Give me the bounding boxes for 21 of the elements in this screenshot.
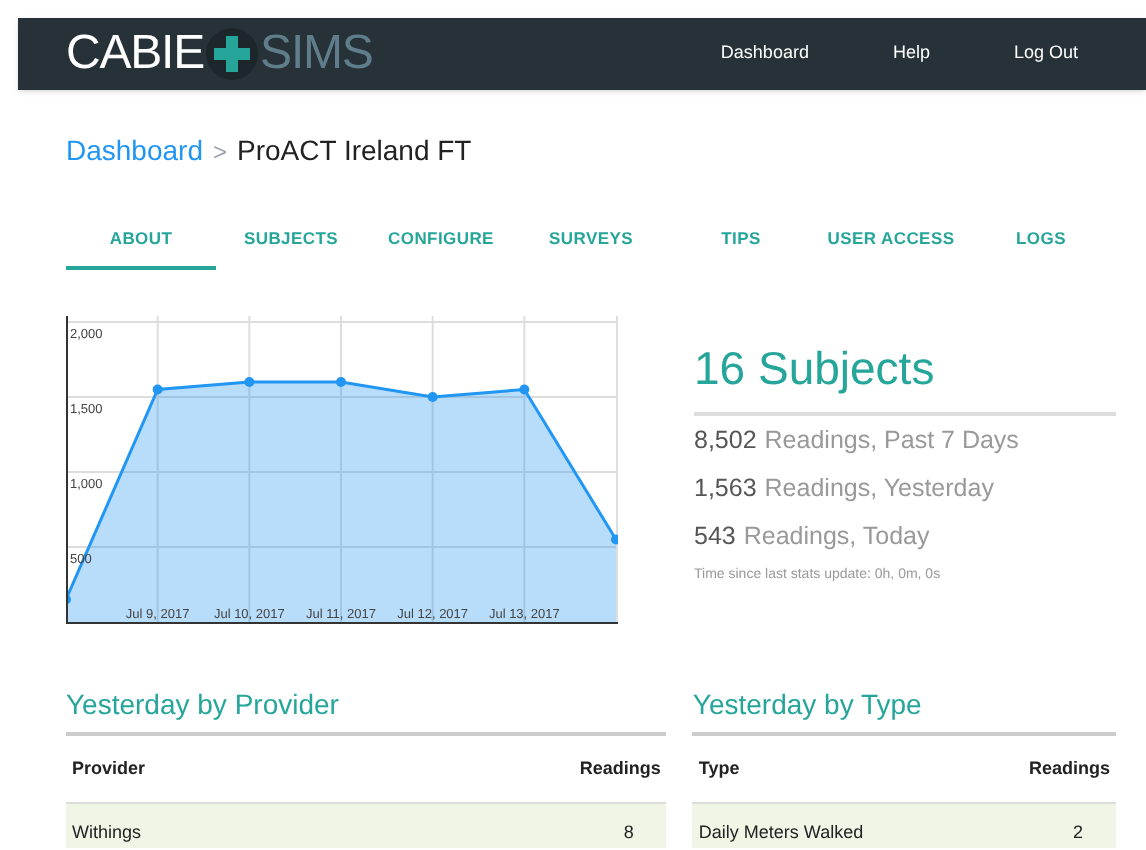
table-cell-text: Daily Meters Walked	[698, 820, 864, 846]
table-cell-text: 2	[1070, 820, 1085, 846]
stat-number: 8,502	[694, 424, 757, 458]
logo-text: CABIE	[66, 30, 205, 78]
logo-text: SIMS	[260, 30, 373, 78]
section-heading: Yesterday by Type	[692, 684, 1116, 736]
breadcrumb-separator: >	[213, 136, 228, 170]
column-header: Type	[698, 755, 740, 782]
stat-number: 1,563	[694, 472, 757, 506]
subjects-count: 16 Subjects	[694, 336, 1116, 416]
column-header: Provider	[72, 755, 146, 782]
page-title: ProACT Ireland FT	[237, 132, 472, 170]
table-cell-text: 8	[621, 820, 636, 846]
column-header: Readings	[1028, 755, 1110, 782]
stat-label: Readings, Past 7 Days	[764, 424, 1019, 458]
stat-label: Readings, Today	[743, 520, 930, 554]
column-header: Readings	[579, 755, 661, 782]
stat-number: 543	[694, 520, 736, 554]
table-cell-text: Withings	[72, 820, 142, 846]
section-heading: Yesterday by Provider	[66, 684, 667, 736]
stat-label: Readings, Yesterday	[764, 472, 994, 506]
